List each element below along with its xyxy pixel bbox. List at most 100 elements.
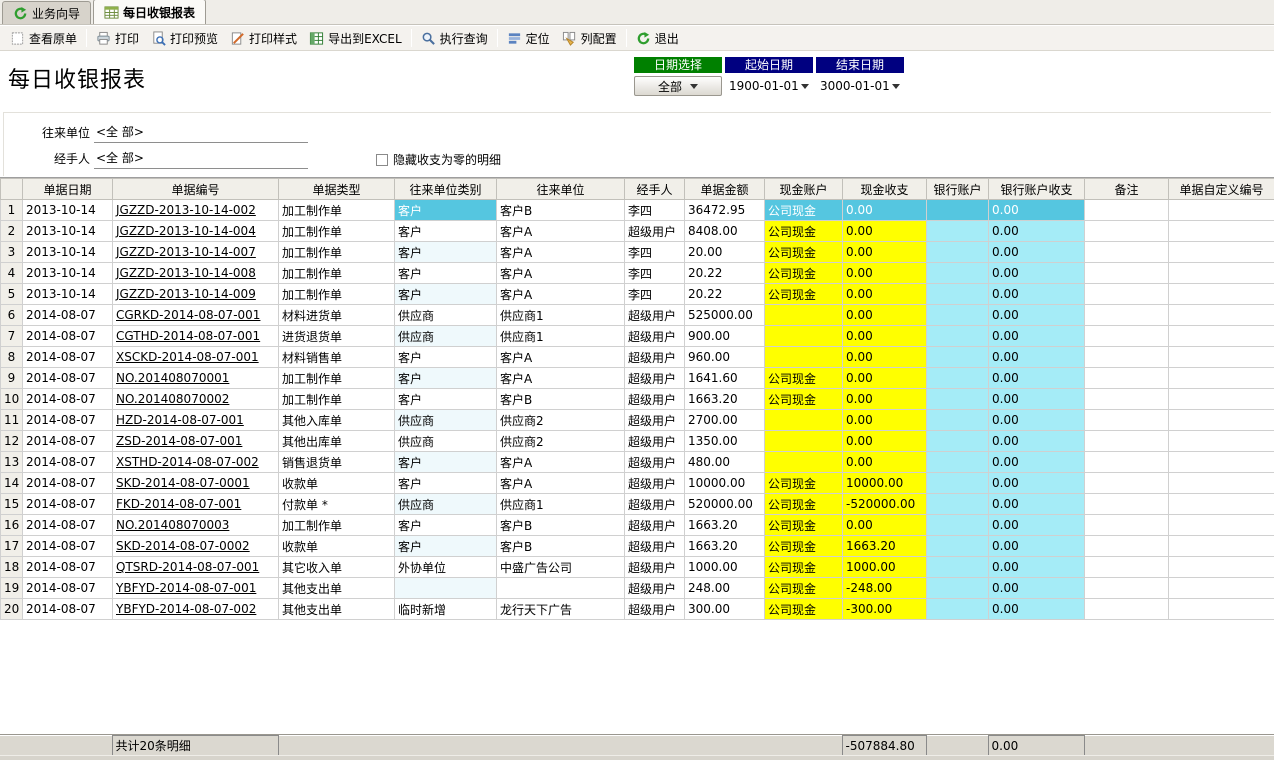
cell-doc-no[interactable]: JGZZD-2013-10-14-008	[113, 263, 279, 284]
cell-doc-no[interactable]: JGZZD-2013-10-14-007	[113, 242, 279, 263]
cell-unit: 供应商1	[497, 305, 625, 326]
tab-daily-cash-report[interactable]: 每日收银报表	[93, 0, 206, 24]
cell-doc-no[interactable]: YBFYD-2014-08-07-002	[113, 599, 279, 620]
column-config-button[interactable]: 列配置	[556, 28, 623, 49]
cell-custom-no	[1169, 431, 1274, 452]
cell-unit-type: 客户	[395, 221, 497, 242]
export-excel-button[interactable]: 导出到EXCEL	[303, 28, 408, 49]
col-header-handler[interactable]: 经手人	[625, 179, 685, 200]
cell-doc-date: 2014-08-07	[23, 494, 113, 515]
cell-doc-type: 付款单 *	[279, 494, 395, 515]
print-preview-button[interactable]: 打印预览	[145, 28, 224, 49]
cell-doc-no[interactable]: SKD-2014-08-07-0002	[113, 536, 279, 557]
tab-business-wizard[interactable]: 业务向导	[2, 1, 91, 24]
chevron-down-icon	[892, 84, 900, 89]
cell-doc-type: 其他出库单	[279, 431, 395, 452]
table-row[interactable]: 72014-08-07CGTHD-2014-08-07-001进货退货单供应商供…	[1, 326, 1274, 347]
cell-bank-flow: 0.00	[989, 557, 1085, 578]
cell-doc-no[interactable]: FKD-2014-08-07-001	[113, 494, 279, 515]
document-icon	[10, 31, 25, 46]
col-header-cash-account[interactable]: 现金账户	[765, 179, 843, 200]
cell-amount: 1350.00	[685, 431, 765, 452]
col-header-amount[interactable]: 单据金额	[685, 179, 765, 200]
table-row[interactable]: 102014-08-07NO.201408070002加工制作单客户客户B超级用…	[1, 389, 1274, 410]
cell-row-number: 11	[1, 410, 23, 431]
cell-doc-no[interactable]: HZD-2014-08-07-001	[113, 410, 279, 431]
cell-doc-no[interactable]: CGRKD-2014-08-07-001	[113, 305, 279, 326]
run-query-button[interactable]: 执行查询	[415, 28, 494, 49]
col-header-bank-account[interactable]: 银行账户	[927, 179, 989, 200]
table-row[interactable]: 62014-08-07CGRKD-2014-08-07-001材料进货单供应商供…	[1, 305, 1274, 326]
table-row[interactable]: 202014-08-07YBFYD-2014-08-07-002其他支出单临时新…	[1, 599, 1274, 620]
cell-unit-type: 客户	[395, 452, 497, 473]
cell-doc-no[interactable]: XSCKD-2014-08-07-001	[113, 347, 279, 368]
print-button[interactable]: 打印	[90, 28, 145, 49]
button-label: 查看原单	[29, 30, 77, 47]
table-row[interactable]: 12013-10-14JGZZD-2013-10-14-002加工制作单客户客户…	[1, 200, 1274, 221]
col-header-cash-flow[interactable]: 现金收支	[843, 179, 927, 200]
cell-handler: 超级用户	[625, 515, 685, 536]
cell-doc-no[interactable]: XSTHD-2014-08-07-002	[113, 452, 279, 473]
col-header-unit[interactable]: 往来单位	[497, 179, 625, 200]
table-row[interactable]: 172014-08-07SKD-2014-08-07-0002收款单客户客户B超…	[1, 536, 1274, 557]
exit-button[interactable]: 退出	[630, 28, 685, 49]
table-row[interactable]: 142014-08-07SKD-2014-08-07-0001收款单客户客户A超…	[1, 473, 1274, 494]
button-label: 打印样式	[249, 30, 297, 47]
col-header-row-number[interactable]	[1, 179, 23, 200]
table-row[interactable]: 42013-10-14JGZZD-2013-10-14-008加工制作单客户客户…	[1, 263, 1274, 284]
table-row[interactable]: 32013-10-14JGZZD-2013-10-14-007加工制作单客户客户…	[1, 242, 1274, 263]
cell-doc-no[interactable]: SKD-2014-08-07-0001	[113, 473, 279, 494]
table-row[interactable]: 92014-08-07NO.201408070001加工制作单客户客户A超级用户…	[1, 368, 1274, 389]
cell-bank-flow: 0.00	[989, 221, 1085, 242]
cell-handler: 超级用户	[625, 368, 685, 389]
col-header-remark[interactable]: 备注	[1085, 179, 1169, 200]
cell-doc-no[interactable]: NO.201408070001	[113, 368, 279, 389]
cell-doc-date: 2014-08-07	[23, 305, 113, 326]
cell-doc-no[interactable]: CGTHD-2014-08-07-001	[113, 326, 279, 347]
table-row[interactable]: 192014-08-07YBFYD-2014-08-07-001其他支出单超级用…	[1, 578, 1274, 599]
col-header-doc-date[interactable]: 单据日期	[23, 179, 113, 200]
grid-header-row: 单据日期单据编号单据类型往来单位类别往来单位经手人单据金额现金账户现金收支银行账…	[1, 179, 1274, 200]
date-range-select[interactable]: 全部	[634, 76, 722, 96]
table-row[interactable]: 22013-10-14JGZZD-2013-10-14-004加工制作单客户客户…	[1, 221, 1274, 242]
cell-bank-account	[927, 368, 989, 389]
table-row[interactable]: 132014-08-07XSTHD-2014-08-07-002销售退货单客户客…	[1, 452, 1274, 473]
print-style-button[interactable]: 打印样式	[224, 28, 303, 49]
locate-button[interactable]: 定位	[501, 28, 556, 49]
col-header-custom-no[interactable]: 单据自定义编号	[1169, 179, 1274, 200]
cell-doc-no[interactable]: YBFYD-2014-08-07-001	[113, 578, 279, 599]
hide-zero-checkbox[interactable]	[376, 154, 388, 166]
button-label: 打印预览	[170, 30, 218, 47]
cell-doc-type: 加工制作单	[279, 515, 395, 536]
table-row[interactable]: 122014-08-07ZSD-2014-08-07-001其他出库单供应商供应…	[1, 431, 1274, 452]
col-header-doc-type[interactable]: 单据类型	[279, 179, 395, 200]
start-date-select[interactable]: 1900-01-01	[725, 76, 813, 96]
col-header-unit-type[interactable]: 往来单位类别	[395, 179, 497, 200]
table-row[interactable]: 82014-08-07XSCKD-2014-08-07-001材料销售单客户客户…	[1, 347, 1274, 368]
handler-filter-field[interactable]: <全 部>	[94, 149, 308, 169]
cell-doc-no[interactable]: NO.201408070002	[113, 389, 279, 410]
cell-row-number: 5	[1, 284, 23, 305]
table-row[interactable]: 52013-10-14JGZZD-2013-10-14-009加工制作单客户客户…	[1, 284, 1274, 305]
table-row[interactable]: 112014-08-07HZD-2014-08-07-001其他入库单供应商供应…	[1, 410, 1274, 431]
table-row[interactable]: 162014-08-07NO.201408070003加工制作单客户客户B超级用…	[1, 515, 1274, 536]
summary-cell	[1168, 736, 1274, 756]
table-row[interactable]: 152014-08-07FKD-2014-08-07-001付款单 *供应商供应…	[1, 494, 1274, 515]
cell-handler: 超级用户	[625, 452, 685, 473]
cell-doc-no[interactable]: ZSD-2014-08-07-001	[113, 431, 279, 452]
cell-doc-no[interactable]: QTSRD-2014-08-07-001	[113, 557, 279, 578]
cell-doc-no[interactable]: JGZZD-2013-10-14-002	[113, 200, 279, 221]
cell-doc-no[interactable]: JGZZD-2013-10-14-009	[113, 284, 279, 305]
cell-unit-type: 供应商	[395, 431, 497, 452]
cell-cash-account: 公司现金	[765, 368, 843, 389]
col-header-bank-flow[interactable]: 银行账户收支	[989, 179, 1085, 200]
cell-doc-date: 2014-08-07	[23, 557, 113, 578]
col-header-doc-no[interactable]: 单据编号	[113, 179, 279, 200]
cell-doc-no[interactable]: JGZZD-2013-10-14-004	[113, 221, 279, 242]
cell-remark	[1085, 242, 1169, 263]
table-row[interactable]: 182014-08-07QTSRD-2014-08-07-001其它收入单外协单…	[1, 557, 1274, 578]
cell-doc-no[interactable]: NO.201408070003	[113, 515, 279, 536]
end-date-select[interactable]: 3000-01-01	[816, 76, 904, 96]
view-original-button[interactable]: 查看原单	[4, 28, 83, 49]
unit-filter-field[interactable]: <全 部>	[94, 123, 308, 143]
